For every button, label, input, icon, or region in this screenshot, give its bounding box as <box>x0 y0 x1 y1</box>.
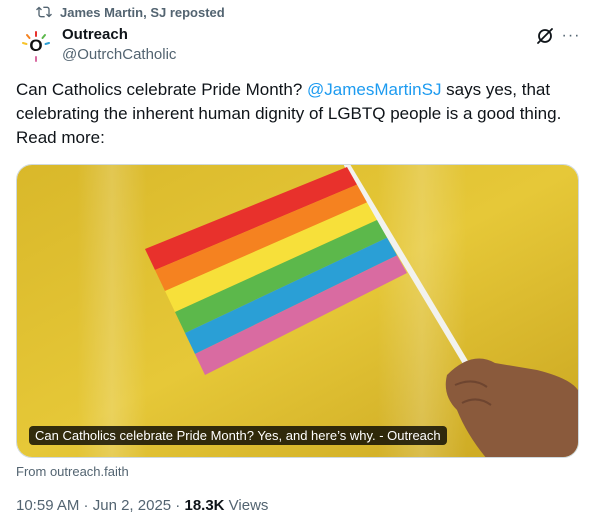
repost-indicator[interactable]: James Martin, SJ reposted <box>36 4 225 20</box>
repost-label: James Martin, SJ reposted <box>60 4 225 20</box>
author-name[interactable]: Outreach <box>62 26 128 43</box>
tweet-text: Can Catholics celebrate Pride Month? @Ja… <box>16 78 586 150</box>
mention-link[interactable]: @JamesMartinSJ <box>307 80 441 99</box>
avatar-letter: O <box>29 36 43 55</box>
avatar[interactable]: O <box>16 26 56 66</box>
views-count: 18.3K <box>184 497 225 514</box>
more-options-icon[interactable]: ··· <box>561 26 581 46</box>
author-handle[interactable]: @OutrchCatholic <box>62 46 176 63</box>
media-caption: Can Catholics celebrate Pride Month? Yes… <box>29 426 447 445</box>
grok-icon[interactable] <box>535 26 555 46</box>
meta-separator: · <box>171 497 185 514</box>
tweet-text-part1: Can Catholics celebrate Pride Month? <box>16 80 308 99</box>
views-label: Views <box>224 497 269 514</box>
tweet-metadata: 10:59 AM · Jun 2, 2025 · 18.3K Views <box>16 497 268 514</box>
pride-flag-image <box>17 165 578 457</box>
link-card-image[interactable]: Can Catholics celebrate Pride Month? Yes… <box>16 164 579 458</box>
tweet-date[interactable]: Jun 2, 2025 <box>93 497 171 514</box>
meta-separator: · <box>79 497 93 514</box>
tweet-time[interactable]: 10:59 AM <box>16 497 79 514</box>
repost-icon <box>36 6 52 18</box>
link-source[interactable]: From outreach.faith <box>16 464 129 479</box>
